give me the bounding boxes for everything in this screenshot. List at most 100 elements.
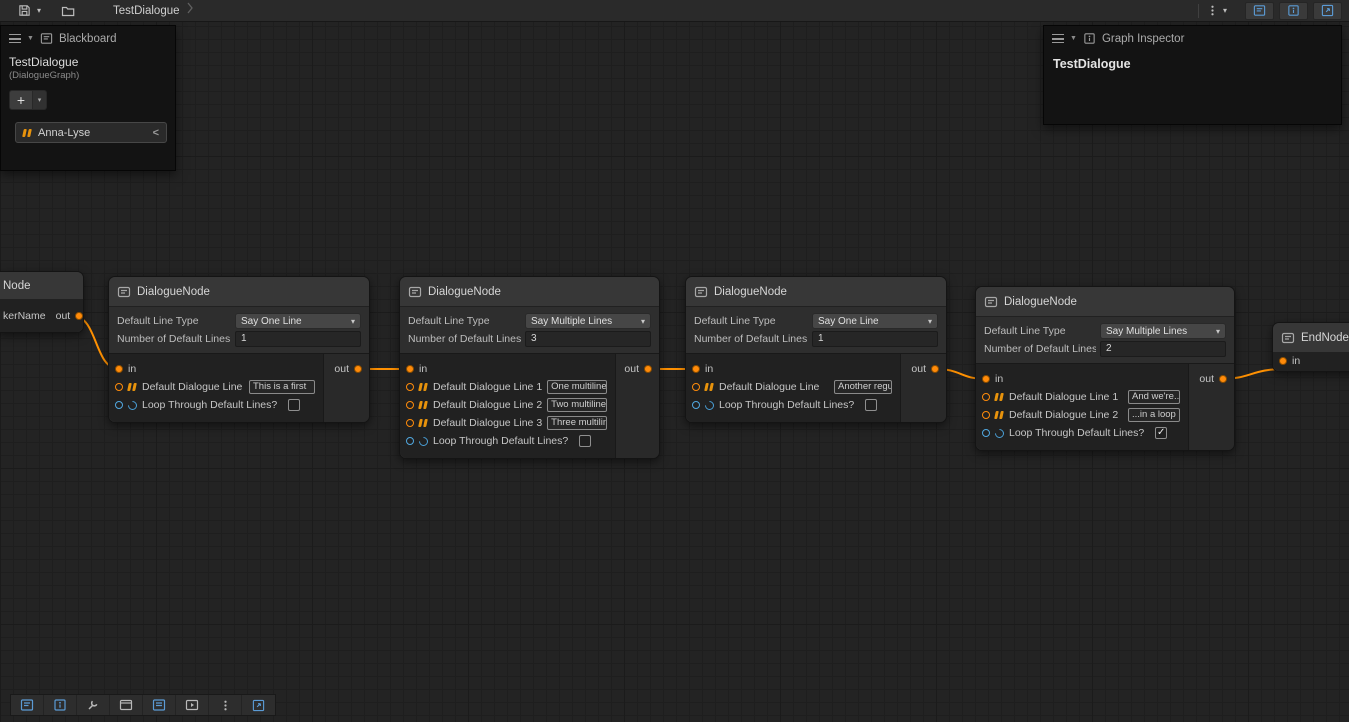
dialogue-line-port[interactable] <box>406 401 414 409</box>
loop-port[interactable] <box>115 401 123 409</box>
loop-checkbox[interactable] <box>579 435 591 447</box>
node-title-bar[interactable]: Node <box>0 272 83 300</box>
inspector-header[interactable]: ▼ Graph Inspector <box>1044 26 1341 51</box>
dialogue-line-field[interactable]: One multiline <box>547 380 607 394</box>
in-port[interactable] <box>982 375 990 383</box>
blackboard-field[interactable]: Anna-Lyse < <box>15 122 167 143</box>
node-title-bar[interactable]: DialogueNode <box>686 277 946 307</box>
num-lines-field[interactable]: 2 <box>1100 341 1226 357</box>
chevron-down-icon: ▾ <box>641 317 645 326</box>
dialogue-line-port[interactable] <box>115 383 123 391</box>
menu-icon[interactable] <box>9 34 21 43</box>
toggle-blackboard-button[interactable] <box>11 695 44 715</box>
node-title-bar[interactable]: DialogueNode <box>400 277 659 307</box>
end-node[interactable]: EndNode in <box>1272 322 1349 372</box>
toggle-inspector-button[interactable] <box>1279 2 1308 20</box>
in-port[interactable] <box>406 365 414 373</box>
add-property-button[interactable]: + <box>9 90 33 110</box>
minimap-button[interactable] <box>110 695 143 715</box>
dialogue-line-field[interactable]: And we're... <box>1128 390 1180 404</box>
node-title-bar[interactable]: DialogueNode <box>109 277 369 307</box>
dialogue-line-label: Default Dialogue Line 2 <box>1009 409 1118 421</box>
dialogue-line-field[interactable]: Three multilin <box>547 416 607 430</box>
window-icon <box>119 698 133 712</box>
breadcrumb[interactable]: TestDialogue <box>113 5 179 17</box>
num-lines-label: Number of Default Lines <box>984 343 1096 355</box>
menu-icon[interactable] <box>1052 34 1064 43</box>
collapse-icon[interactable]: ▼ <box>1070 35 1077 42</box>
line-type-dropdown[interactable]: Say Multiple Lines ▾ <box>1100 323 1226 339</box>
node-title-bar[interactable]: EndNode <box>1273 323 1349 353</box>
dialogue-line-port[interactable] <box>406 383 414 391</box>
in-port[interactable] <box>115 365 123 373</box>
fullscreen-button[interactable] <box>1313 2 1342 20</box>
loop-icon <box>126 399 139 412</box>
out-port[interactable] <box>931 365 939 373</box>
dialogue-node-4[interactable]: DialogueNode Default Line Type Say Multi… <box>975 286 1235 451</box>
save-button[interactable] <box>18 2 31 20</box>
loop-icon <box>417 435 430 448</box>
play-preview-button[interactable] <box>176 695 209 715</box>
in-port[interactable] <box>1279 357 1287 365</box>
line-type-label: Default Line Type <box>694 315 808 327</box>
loop-port[interactable] <box>692 401 700 409</box>
dialogue-line-port[interactable] <box>692 383 700 391</box>
loop-checkbox[interactable] <box>865 399 877 411</box>
dialogue-line-port[interactable] <box>982 411 990 419</box>
dialogue-node-1[interactable]: DialogueNode Default Line Type Say One L… <box>108 276 370 423</box>
inspector-icon <box>1083 32 1096 45</box>
dialogue-line-field[interactable]: Another regu <box>834 380 892 394</box>
quote-icon <box>419 419 428 427</box>
add-property-dropdown[interactable]: ▾ <box>33 90 47 110</box>
num-lines-field[interactable]: 1 <box>812 331 938 347</box>
bottom-toolbar <box>10 694 276 716</box>
dialogue-line-field[interactable]: This is a first <box>249 380 315 394</box>
speaker-node[interactable]: Node kerName out <box>0 271 84 333</box>
toggle-blackboard-button[interactable] <box>1245 2 1274 20</box>
kebab-menu-button[interactable] <box>1206 2 1219 20</box>
dialogue-line-port[interactable] <box>982 393 990 401</box>
out-port[interactable] <box>644 365 652 373</box>
quote-icon <box>23 129 32 137</box>
loop-port[interactable] <box>982 429 990 437</box>
loop-port[interactable] <box>406 437 414 445</box>
node-properties: Default Line Type Say One Line ▾ Number … <box>109 307 369 353</box>
node-properties: Default Line Type Say One Line ▾ Number … <box>686 307 946 353</box>
dialogue-node-icon <box>117 285 131 299</box>
num-lines-field[interactable]: 3 <box>525 331 651 347</box>
line-type-dropdown[interactable]: Say Multiple Lines ▾ <box>525 313 651 329</box>
num-lines-field[interactable]: 1 <box>235 331 361 347</box>
line-type-dropdown[interactable]: Say One Line ▾ <box>235 313 361 329</box>
loop-checkbox[interactable]: ✓ <box>1155 427 1167 439</box>
in-port[interactable] <box>692 365 700 373</box>
out-port-label: out <box>1199 373 1214 385</box>
dialogue-node-3[interactable]: DialogueNode Default Line Type Say One L… <box>685 276 947 423</box>
line-type-dropdown[interactable]: Say One Line ▾ <box>812 313 938 329</box>
options-dropdown[interactable]: ▾ <box>1223 2 1227 20</box>
out-port[interactable] <box>1219 375 1227 383</box>
loop-icon <box>993 427 1006 440</box>
dialogue-line-port[interactable] <box>406 419 414 427</box>
toggle-inspector-button[interactable] <box>44 695 77 715</box>
fullscreen-button[interactable] <box>242 695 275 715</box>
save-dropdown[interactable]: ▾ <box>37 2 41 20</box>
collapse-icon[interactable]: ▼ <box>27 35 34 42</box>
dialogue-line-field[interactable]: Two multiline <box>547 398 607 412</box>
dialogue-node-2[interactable]: DialogueNode Default Line Type Say Multi… <box>399 276 660 459</box>
open-asset-button[interactable] <box>61 2 75 20</box>
dialogue-line-field[interactable]: ...in a loop <box>1128 408 1180 422</box>
speaker-name-label: kerName <box>3 310 46 322</box>
out-port[interactable] <box>354 365 362 373</box>
blackboard-icon <box>20 698 34 712</box>
quote-icon <box>419 383 428 391</box>
kebab-menu-button[interactable] <box>209 695 242 715</box>
loop-checkbox[interactable] <box>288 399 300 411</box>
out-port[interactable] <box>75 312 83 320</box>
output-ports: out <box>323 354 369 422</box>
field-expander-icon[interactable]: < <box>153 127 159 139</box>
toolbar-separator <box>1198 4 1199 18</box>
graph-panel-button[interactable] <box>143 695 176 715</box>
node-title-bar[interactable]: DialogueNode <box>976 287 1234 317</box>
tools-button[interactable] <box>77 695 110 715</box>
blackboard-header[interactable]: ▼ Blackboard <box>1 26 175 51</box>
